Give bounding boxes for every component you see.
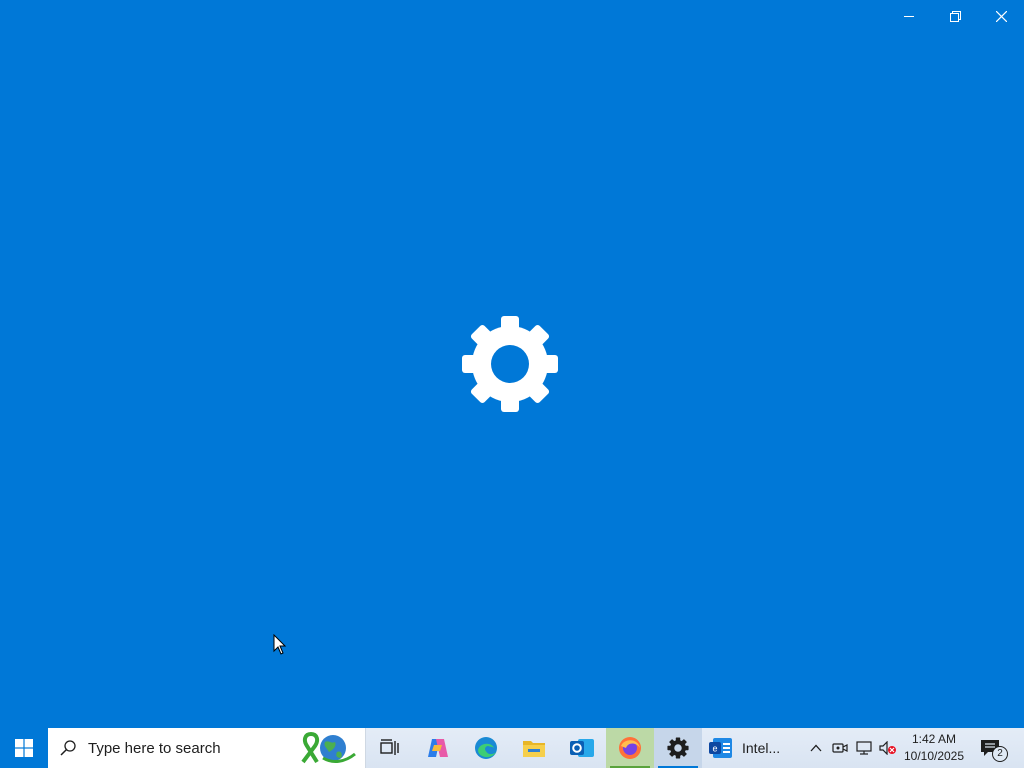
firefox-button[interactable]: [606, 728, 654, 768]
edge-icon: [475, 737, 497, 759]
start-button[interactable]: [0, 728, 48, 768]
windows-logo-icon: [15, 739, 33, 757]
network-icon: [856, 741, 872, 755]
intel-app-label: Intel...: [742, 740, 781, 756]
search-placeholder: Type here to search: [88, 739, 221, 757]
task-view-icon: [380, 739, 399, 755]
system-tray: 1:42 AM 10/10/2025 2: [804, 728, 1012, 768]
clock-date: 10/10/2025: [903, 749, 965, 763]
mouse-cursor-icon: [273, 634, 287, 655]
network-button[interactable]: [852, 728, 876, 768]
close-icon: [995, 10, 1007, 22]
task-view-button[interactable]: [366, 728, 414, 768]
chevron-up-icon: [810, 744, 822, 752]
outlook-button[interactable]: [558, 728, 606, 768]
minimize-icon: [904, 16, 914, 17]
search-icon: [60, 740, 76, 756]
volume-muted-icon: [879, 741, 896, 755]
svg-text:e: e: [712, 744, 717, 754]
intel-app-button[interactable]: e Intel...: [702, 728, 794, 768]
meet-now-icon: [832, 743, 848, 753]
copilot-icon: [428, 739, 448, 757]
search-box[interactable]: Type here to search: [48, 728, 366, 768]
gear-icon: [667, 737, 689, 759]
file-explorer-button[interactable]: [510, 728, 558, 768]
settings-window: [0, 0, 1024, 728]
settings-button[interactable]: [654, 728, 702, 768]
clock[interactable]: 1:42 AM 10/10/2025: [900, 728, 968, 768]
edge-button[interactable]: [462, 728, 510, 768]
intel-news-icon: e: [709, 738, 732, 758]
taskbar: Type here to search e Intel... 1:42 AM 1…: [0, 728, 1024, 768]
firefox-icon: [619, 737, 641, 759]
restore-button[interactable]: [932, 0, 978, 32]
close-button[interactable]: [978, 0, 1024, 32]
show-hidden-icons-button[interactable]: [804, 728, 828, 768]
restore-icon: [949, 10, 961, 22]
minimize-button[interactable]: [886, 0, 932, 32]
outlook-icon: [570, 739, 594, 757]
meet-now-button[interactable]: [828, 728, 852, 768]
volume-button[interactable]: [876, 728, 900, 768]
folder-icon: [523, 741, 545, 757]
action-center-button[interactable]: 2: [968, 728, 1012, 768]
notification-count-badge: 2: [992, 746, 1008, 762]
copilot-button[interactable]: [414, 728, 462, 768]
gear-icon: [462, 316, 558, 412]
clock-time: 1:42 AM: [911, 732, 957, 746]
awareness-ribbon-globe-icon: [301, 732, 356, 764]
